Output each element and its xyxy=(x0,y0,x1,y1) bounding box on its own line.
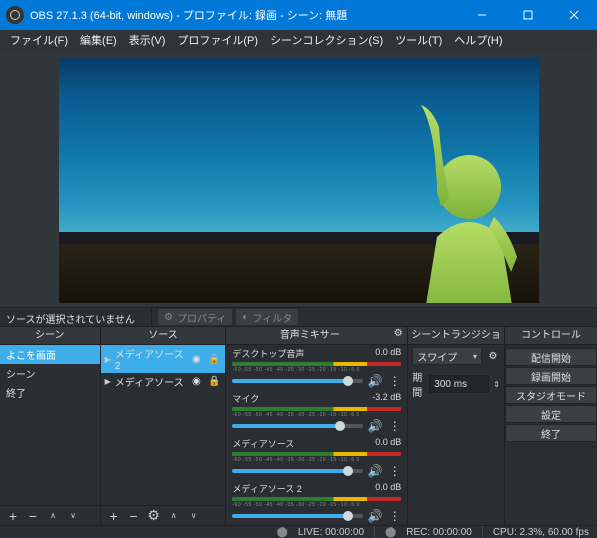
docks: シーン よこを画面 シーン 終了 + − ∧ ∨ ソース ▶ メディアソース 2… xyxy=(0,327,597,525)
obs-icon xyxy=(6,6,24,24)
mixer-settings-button[interactable]: ⚙ xyxy=(393,327,407,341)
mixer-channel: デスクトップ音声 0.0 dB 🔊 ⋮ xyxy=(226,345,407,390)
rec-status: REC: 00:00:00 xyxy=(406,527,472,538)
controls-header: コントロール xyxy=(505,327,597,345)
live-status: LIVE: 00:00:00 xyxy=(298,527,364,538)
lock-toggle[interactable]: 🔒 xyxy=(207,352,221,366)
mixer-channel: メディアソース 0.0 dB 🔊 ⋮ xyxy=(226,435,407,480)
channel-name: マイク xyxy=(232,392,259,405)
channel-name: メディアソース xyxy=(232,437,294,450)
controls-dock: コントロール 配信開始 録画開始 スタジオモード 設定 終了 xyxy=(505,327,597,525)
chevron-right-icon: ▶ xyxy=(105,355,111,364)
transition-select[interactable]: スワイプ ▾ xyxy=(412,347,482,365)
maximize-button[interactable] xyxy=(505,0,551,30)
stepper-icon[interactable]: ⇕ xyxy=(493,380,500,389)
transition-settings-button[interactable]: ⚙ xyxy=(486,349,500,363)
studio-mode-button[interactable]: スタジオモード xyxy=(505,386,597,404)
channel-options-button[interactable]: ⋮ xyxy=(387,374,401,388)
channel-name: デスクトップ音声 xyxy=(232,347,304,360)
menu-profile[interactable]: プロファイル(P) xyxy=(171,30,264,50)
scenes-dock: シーン よこを画面 シーン 終了 + − ∧ ∨ xyxy=(0,327,101,525)
meter-scale xyxy=(232,502,401,508)
mixer-channel: メディアソース 2 0.0 dB 🔊 ⋮ xyxy=(226,480,407,525)
vu-meter xyxy=(232,362,401,366)
duration-label: 期間 xyxy=(412,369,425,399)
visibility-toggle[interactable]: ◉ xyxy=(189,375,203,389)
sources-dock: ソース ▶ メディアソース 2 ◉ 🔒 ▶ メディアソース ◉ 🔒 + − xyxy=(101,327,227,525)
settings-button[interactable]: 設定 xyxy=(505,405,597,423)
window-title: OBS 27.1.3 (64-bit, windows) - プロファイル: 録… xyxy=(30,7,459,23)
channel-db: -3.2 dB xyxy=(372,392,401,405)
app-window: OBS 27.1.3 (64-bit, windows) - プロファイル: 録… xyxy=(0,0,597,510)
cpu-status: CPU: 2.3%, 60.00 fps xyxy=(493,527,589,538)
scene-item[interactable]: よこを画面 xyxy=(0,345,100,364)
menu-tools[interactable]: ツール(T) xyxy=(389,30,448,50)
start-recording-button[interactable]: 録画開始 xyxy=(505,367,597,385)
channel-options-button[interactable]: ⋮ xyxy=(387,419,401,433)
filter-icon: ◐ xyxy=(242,312,248,323)
exit-button[interactable]: 終了 xyxy=(505,424,597,442)
mixer-dock: 音声ミキサー ⚙ デスクトップ音声0.0 dB🔊⋮マイク-3.2 dB🔊⋮メディ… xyxy=(226,327,408,525)
channel-db: 0.0 dB xyxy=(375,482,401,495)
source-item[interactable]: ▶ メディアソース 2 ◉ 🔒 xyxy=(101,345,226,373)
menu-view[interactable]: 表示(V) xyxy=(123,30,172,50)
scenes-header: シーン xyxy=(0,327,100,345)
channel-options-button[interactable]: ⋮ xyxy=(387,464,401,478)
speaker-icon[interactable]: 🔊 xyxy=(367,509,383,523)
preview-area xyxy=(0,50,597,307)
channel-name: メディアソース 2 xyxy=(232,482,301,495)
mixer-list: デスクトップ音声 0.0 dB 🔊 ⋮ マイク -3.2 dB 🔊 ⋮ メディアソース 0.0 d… xyxy=(226,345,407,525)
channel-db: 0.0 dB xyxy=(375,347,401,360)
channel-options-button[interactable]: ⋮ xyxy=(387,509,401,523)
menu-edit[interactable]: 編集(E) xyxy=(74,30,123,50)
visibility-toggle[interactable]: ◉ xyxy=(189,352,203,366)
vu-meter xyxy=(232,407,401,411)
speaker-icon[interactable]: 🔊 xyxy=(367,464,383,478)
scene-item[interactable]: シーン xyxy=(0,364,100,383)
chevron-down-icon: ▾ xyxy=(473,352,477,361)
properties-button[interactable]: ⚙ プロパティ xyxy=(158,309,232,325)
minimize-button[interactable] xyxy=(459,0,505,30)
no-source-selected-label: ソースが選択されていません xyxy=(0,308,152,326)
start-streaming-button[interactable]: 配信開始 xyxy=(505,348,597,366)
menubar: ファイル(F) 編集(E) 表示(V) プロファイル(P) シーンコレクション(… xyxy=(0,30,597,50)
menu-file[interactable]: ファイル(F) xyxy=(4,30,74,50)
lock-toggle[interactable]: 🔒 xyxy=(207,375,221,389)
vu-meter xyxy=(232,497,401,501)
live-indicator-icon: ⬤ xyxy=(277,527,288,538)
source-toolbar-row: ソースが選択されていません ⚙ プロパティ ◐ フィルタ xyxy=(0,307,597,327)
scenes-list[interactable]: よこを画面 シーン 終了 xyxy=(0,345,100,505)
chevron-right-icon: ▶ xyxy=(105,377,111,386)
transition-duration-input[interactable] xyxy=(429,375,489,393)
menu-scenecollection[interactable]: シーンコレクション(S) xyxy=(264,30,389,50)
mixer-header: 音声ミキサー ⚙ xyxy=(226,327,407,345)
speaker-icon[interactable]: 🔊 xyxy=(367,419,383,433)
volume-slider[interactable] xyxy=(232,469,363,473)
menu-help[interactable]: ヘルプ(H) xyxy=(448,30,508,50)
titlebar: OBS 27.1.3 (64-bit, windows) - プロファイル: 録… xyxy=(0,0,597,30)
filters-button[interactable]: ◐ フィルタ xyxy=(236,309,298,325)
volume-slider[interactable] xyxy=(232,424,363,428)
vu-meter xyxy=(232,452,401,456)
meter-scale xyxy=(232,457,401,463)
meter-scale xyxy=(232,412,401,418)
transitions-header: シーントランジション xyxy=(408,327,504,345)
scene-item[interactable]: 終了 xyxy=(0,383,100,402)
rec-indicator-icon: ⬤ xyxy=(385,527,396,538)
statusbar: ⬤ LIVE: 00:00:00 ⬤ REC: 00:00:00 CPU: 2.… xyxy=(0,525,597,538)
media-figure xyxy=(339,97,529,303)
volume-slider[interactable] xyxy=(232,379,363,383)
sources-header: ソース xyxy=(101,327,226,345)
mixer-channel: マイク -3.2 dB 🔊 ⋮ xyxy=(226,390,407,435)
close-button[interactable] xyxy=(551,0,597,30)
source-item[interactable]: ▶ メディアソース ◉ 🔒 xyxy=(101,373,226,390)
sources-list[interactable]: ▶ メディアソース 2 ◉ 🔒 ▶ メディアソース ◉ 🔒 xyxy=(101,345,226,505)
meter-scale xyxy=(232,367,401,373)
transitions-dock: シーントランジション スワイプ ▾ ⚙ 期間 ⇕ xyxy=(408,327,505,525)
speaker-icon[interactable]: 🔊 xyxy=(367,374,383,388)
gear-icon: ⚙ xyxy=(164,312,173,323)
program-preview[interactable] xyxy=(59,58,539,303)
volume-slider[interactable] xyxy=(232,514,363,518)
channel-db: 0.0 dB xyxy=(375,437,401,450)
